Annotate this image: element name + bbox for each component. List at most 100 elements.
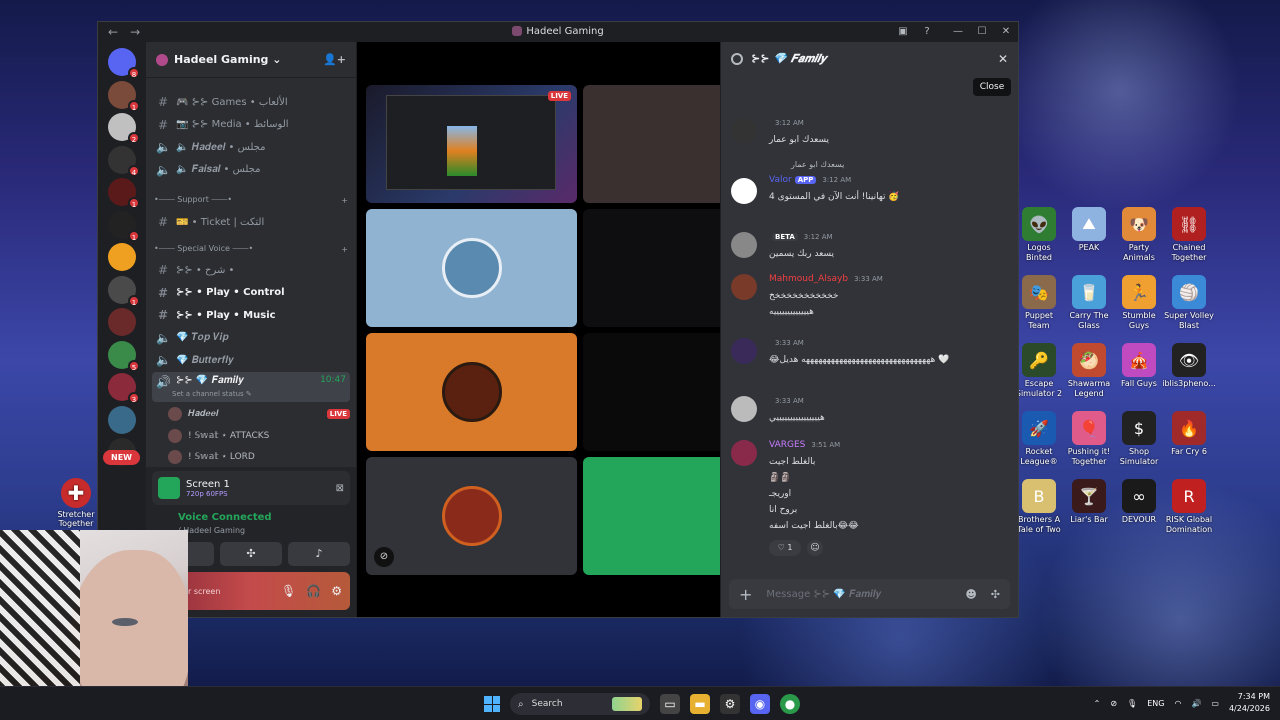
desktop-icon[interactable]: 👽 Logos Binted — [1014, 205, 1064, 267]
windows-start-icon[interactable] — [484, 696, 500, 712]
desktop-icon[interactable]: 🎭 Puppet Team — [1014, 273, 1064, 335]
network-off-icon[interactable]: ⊘ — [1110, 699, 1117, 708]
add-channel-icon[interactable]: + — [341, 245, 348, 254]
minimize-button[interactable]: — — [946, 22, 970, 42]
server-icon[interactable]: 1 — [108, 210, 140, 242]
desktop-icon[interactable]: ⛓ Chained Together — [1164, 205, 1214, 267]
message-author[interactable]: VARGES 3:51 AM — [769, 440, 840, 450]
desktop-icon[interactable]: 🐶 Party Animals — [1114, 205, 1164, 267]
server-icon[interactable]: 4 — [108, 145, 140, 177]
settings-gear-icon[interactable]: ⚙ — [331, 584, 342, 598]
taskbar-search[interactable]: ⌕ Search — [510, 693, 650, 715]
desktop-icon[interactable]: 🥙 Shawarma Legend — [1064, 341, 1114, 403]
stop-stream-icon[interactable]: ⊠ — [336, 483, 344, 494]
desktop-icon[interactable]: R RISK Global Domination — [1164, 477, 1214, 539]
voice-user[interactable]: ! 𝕊𝕨𝕒𝕥 ⋆ ATTACKS — [168, 426, 350, 446]
video-tile-user[interactable] — [366, 209, 577, 327]
clock[interactable]: 7:34 PM 4/24/2026 — [1229, 691, 1270, 715]
message-author[interactable]: 3:33 AM — [769, 396, 804, 406]
avatar[interactable] — [731, 232, 757, 258]
server-icon[interactable]: 8 — [108, 48, 140, 79]
maximize-button[interactable]: ☐ — [970, 22, 994, 42]
discord-taskbar-icon[interactable]: ◉ — [750, 694, 770, 714]
desktop-icon[interactable]: 🏐 Super Volley Blast — [1164, 273, 1214, 335]
avatar[interactable] — [731, 338, 757, 364]
emoji-icon[interactable]: ☻ — [965, 588, 976, 601]
message-author[interactable]: Mahmoud_Alsayb 3:33 AM — [769, 274, 883, 284]
desktop-icon[interactable]: ∞ DEVOUR — [1114, 477, 1164, 539]
active-voice-channel[interactable]: 🔊 ⊱⊱ 💎 𝑭𝒂𝒎𝒊𝒍𝒚 10:47 Set a channel status ✎ — [152, 372, 350, 402]
desktop-icon[interactable]: 🎈 Pushing it! Together — [1064, 409, 1114, 471]
server-header[interactable]: Hadeel Gaming ⌄ 👤+ — [146, 42, 356, 78]
server-icon[interactable]: 1 — [108, 178, 140, 209]
avatar[interactable] — [731, 440, 757, 466]
channel-item[interactable]: 🔈 🔈 𝑭𝒂𝒊𝒔𝒂𝒍 • مجلس — [152, 160, 350, 180]
message-input[interactable]: + Message ⊱⊱ 💎 𝑭𝒂𝒎𝒊𝒍𝒚 ☻ ✣ — [729, 579, 1010, 609]
wifi-icon[interactable]: ◠ — [1174, 699, 1181, 708]
category-special-voice[interactable]: •⎯⎯⎯⎯ Special Voice ⎯⎯⎯⎯• + — [154, 244, 348, 254]
server-icon[interactable] — [108, 405, 136, 434]
avatar[interactable] — [731, 178, 757, 204]
activities-button[interactable]: ✣ — [220, 542, 282, 566]
channel-item[interactable]: # ⊱⊱ • شرح • — [152, 260, 350, 280]
message-author[interactable]: BETA 3:12 AM — [769, 232, 833, 242]
desktop-icon[interactable]: $ Shop Simulator — [1114, 409, 1164, 471]
server-icon[interactable]: 1 — [108, 275, 140, 307]
inbox-icon[interactable]: ▣ — [896, 25, 910, 39]
volume-icon[interactable]: 🔊 — [1191, 699, 1201, 708]
channel-item[interactable]: # 🎫 • Ticket | التكت — [152, 212, 350, 232]
avatar[interactable] — [731, 274, 757, 300]
task-view-icon[interactable]: ▭ — [660, 694, 680, 714]
desktop-icon[interactable]: 🎪 Fall Guys — [1114, 341, 1164, 403]
video-tile-user[interactable] — [366, 333, 577, 451]
server-icon[interactable]: 2 — [108, 113, 140, 144]
video-tile-stream[interactable]: LIVE — [366, 85, 577, 203]
battery-icon[interactable]: ▭ — [1211, 699, 1219, 708]
desktop-icon[interactable]: 👁 iblis3pheno... — [1162, 341, 1216, 403]
settings-app-icon[interactable]: ⚙ — [720, 694, 740, 714]
channel-item[interactable]: # ⊱⊱ • Play • Control — [152, 283, 350, 303]
add-attachment-icon[interactable]: + — [739, 585, 752, 604]
apps-icon[interactable]: ✣ — [991, 588, 1000, 601]
video-tile-user[interactable]: ⊘ — [366, 457, 577, 575]
server-icon[interactable] — [108, 308, 136, 336]
channel-item[interactable]: 🔈 💎 𝑩𝒖𝒕𝒕𝒆𝒓𝒇𝒍𝒚 — [152, 350, 350, 370]
desktop-icon[interactable]: ⛰ PEAK — [1064, 205, 1114, 267]
channel-item[interactable]: 🔈 🔈 𝑯𝒂𝒅𝒆𝒆𝒍 • مجلس — [152, 137, 350, 157]
voice-user[interactable]: 𝑯𝒂𝒅𝒆𝒆𝒍 LIVE — [168, 404, 350, 424]
server-icon[interactable] — [108, 243, 136, 271]
channel-item[interactable]: # 📷 ⊱⊱ Media • الوسائط — [152, 115, 350, 135]
channel-status[interactable]: Set a channel status ✎ — [172, 390, 252, 398]
chrome-icon[interactable]: ● — [780, 694, 800, 714]
category-support[interactable]: •⎯⎯⎯⎯ Support ⎯⎯⎯⎯• + — [154, 195, 348, 205]
server-icon[interactable]: 1 — [108, 80, 140, 112]
file-explorer-icon[interactable]: ▬ — [690, 694, 710, 714]
message-author[interactable]: 3:12 AM — [769, 118, 804, 128]
avatar[interactable] — [731, 396, 757, 422]
desktop-icon[interactable]: 🔑 Escape Simulator 2 — [1014, 341, 1064, 403]
reply-preview[interactable]: يسعدك ابو عمار — [791, 160, 844, 169]
message-author[interactable]: Valor APP 3:12 AM — [769, 175, 851, 185]
headphones-icon[interactable]: 🎧 — [306, 584, 321, 598]
message-author[interactable]: 3:33 AM — [769, 338, 804, 348]
soundboard-button[interactable]: ♪ — [288, 542, 350, 566]
channel-item[interactable]: # ⊱⊱ • Play • Music — [152, 305, 350, 325]
reaction-heart[interactable]: ♡ 1 — [769, 540, 801, 556]
microphone-tray-icon[interactable]: 🎙 — [1127, 699, 1137, 708]
add-channel-icon[interactable]: + — [341, 196, 348, 205]
channel-item[interactable]: 🔈 💎 𝑻𝒐𝒑 𝑽𝒊𝒑 — [152, 328, 350, 348]
desktop-icon-stretcher[interactable]: ✚ Stretcher Together — [56, 478, 96, 528]
add-reaction-icon[interactable]: ☺ — [807, 540, 823, 556]
avatar[interactable] — [731, 118, 757, 144]
close-window-button[interactable]: ✕ — [994, 22, 1018, 42]
desktop-icon[interactable]: B Brothers A Tale of Two — [1014, 477, 1064, 539]
close-icon[interactable]: ✕ — [998, 52, 1008, 66]
invite-people-icon[interactable]: 👤+ — [323, 53, 346, 66]
microphone-icon[interactable]: 🎙 — [281, 584, 296, 598]
desktop-icon[interactable]: 🍸 Liar's Bar — [1064, 477, 1114, 539]
voice-user[interactable]: ! 𝕊𝕨𝕒𝕥 ⋆ LORD — [168, 447, 350, 467]
desktop-icon[interactable]: 🔥 Far Cry 6 — [1164, 409, 1214, 471]
help-icon[interactable]: ? — [920, 25, 934, 39]
desktop-icon[interactable]: 🥛 Carry The Glass — [1064, 273, 1114, 335]
server-icon[interactable]: 5 — [108, 340, 140, 372]
